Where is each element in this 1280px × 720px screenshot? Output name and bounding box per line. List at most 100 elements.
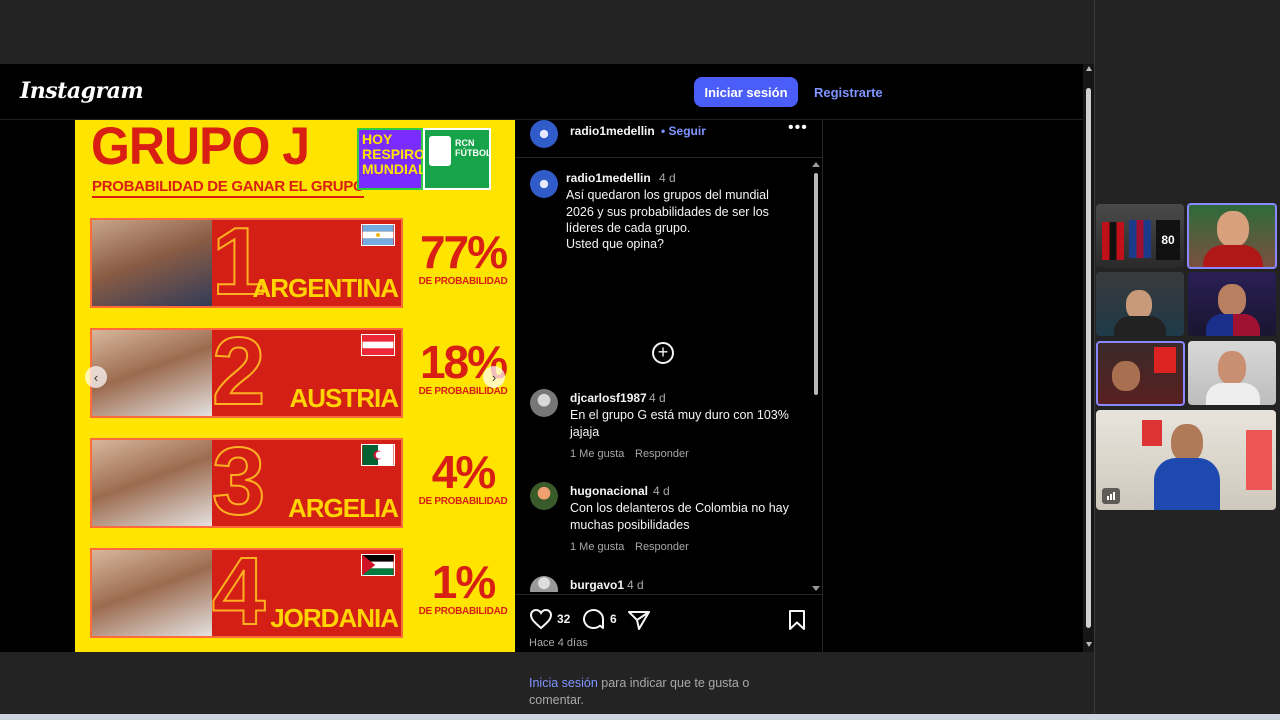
- jersey-image: [1129, 220, 1151, 258]
- world-cup-trophy-icon: [429, 136, 451, 166]
- participant-video-tile-speaking[interactable]: [1096, 341, 1185, 406]
- bookmark-icon[interactable]: [787, 609, 807, 631]
- rcn-channel-label: RCN FÚTBOL: [455, 138, 492, 158]
- participant-video-tile[interactable]: [1188, 272, 1276, 336]
- jersey-image: [1102, 222, 1124, 260]
- load-more-comments-button[interactable]: +: [652, 342, 674, 364]
- reply-button[interactable]: Responder: [635, 541, 689, 553]
- participant-video-tile[interactable]: [1188, 341, 1276, 405]
- flag-austria-icon: [361, 334, 395, 356]
- taskbar-edge: [0, 714, 1280, 720]
- participant-body: [1154, 458, 1220, 510]
- flag-argentina-icon: [361, 224, 395, 246]
- comment-avatar[interactable]: [530, 576, 558, 592]
- player-photo: [92, 550, 212, 636]
- more-options-icon[interactable]: •••: [788, 119, 808, 137]
- flag-algeria-icon: [361, 444, 395, 466]
- player-photo: [92, 330, 212, 416]
- participant-video-tile[interactable]: [1096, 272, 1184, 336]
- comment-username[interactable]: djcarlosf1987: [570, 391, 647, 405]
- browser-viewport: Instagram Iniciar sesión Registrarte GRU…: [0, 64, 1094, 707]
- follow-link[interactable]: • Seguir: [661, 124, 706, 138]
- participant-video-tile-large[interactable]: [1096, 410, 1276, 510]
- comment-text: Con los delanteros de Colombia no hay mu…: [570, 501, 789, 532]
- poster-image: [1154, 347, 1176, 373]
- poster-image: [1246, 430, 1272, 490]
- comment-icon[interactable]: [582, 608, 606, 630]
- comment-age: 4 d: [649, 391, 666, 405]
- post-image-carousel: GRUPO J PROBABILIDAD DE GANAR EL GRUPO H…: [75, 120, 515, 652]
- likes-count[interactable]: 32: [557, 612, 570, 626]
- caption-avatar[interactable]: [530, 170, 558, 198]
- reply-button[interactable]: Responder: [635, 448, 689, 460]
- participant-face: [1218, 284, 1246, 316]
- comments-scroll-down-icon[interactable]: [812, 586, 820, 591]
- comments-scrollbar[interactable]: [814, 173, 818, 395]
- instagram-header: Instagram Iniciar sesión Registrarte: [0, 64, 1083, 120]
- participant-body: [1203, 245, 1263, 267]
- comment-username[interactable]: burgavo1: [570, 578, 624, 592]
- team-name: AUSTRIA: [289, 383, 399, 413]
- team-name: JORDANIA: [270, 603, 399, 633]
- participant-video-tile[interactable]: 80: [1096, 204, 1184, 268]
- team-card: 3 ARGELIA: [90, 438, 403, 528]
- participant-body: [1206, 314, 1260, 336]
- team-rank: 4: [211, 548, 266, 638]
- instagram-logo[interactable]: Instagram: [20, 78, 144, 104]
- post-side-panel: radio1medellin • Seguir ••• radio1medell…: [515, 119, 823, 707]
- participant-face: [1218, 351, 1246, 385]
- comments-count[interactable]: 6: [610, 612, 617, 626]
- brand-badge: HOY RESPIRO MUNDIAL: [357, 128, 427, 190]
- scroll-up-icon[interactable]: [1086, 66, 1092, 71]
- caption-text: Así quedaron los grupos del mundial 2026…: [566, 188, 769, 235]
- divider: [1094, 0, 1095, 720]
- page-scrollbar-thumb[interactable]: [1086, 88, 1091, 628]
- divider: [515, 157, 823, 158]
- participant-face: [1217, 211, 1249, 247]
- probability-value: 77%: [419, 226, 508, 278]
- comment-avatar[interactable]: [530, 482, 558, 510]
- carousel-next-button[interactable]: ›: [483, 366, 505, 388]
- player-photo: [92, 440, 212, 526]
- team-rank: 3: [211, 438, 266, 528]
- comment-likes[interactable]: 1 Me gusta: [570, 541, 624, 553]
- audio-level-icon: [1102, 488, 1120, 504]
- poster-title: GRUPO J: [91, 120, 310, 176]
- comment-text: En el grupo G está muy duro con 103% jaj…: [570, 408, 789, 439]
- divider: [515, 594, 823, 595]
- player-photo: [92, 220, 212, 306]
- probability-value: 4%: [431, 446, 496, 498]
- caption-question: Usted que opina?: [566, 237, 664, 251]
- register-link[interactable]: Registrarte: [814, 85, 883, 100]
- rcn-logo: RCN FÚTBOL: [423, 128, 492, 190]
- brand-line: RESPIRO: [362, 146, 426, 162]
- caption-username[interactable]: radio1medellin: [566, 171, 651, 185]
- participant-face: [1171, 424, 1203, 462]
- probability-value: 1%: [431, 556, 496, 608]
- comment-likes[interactable]: 1 Me gusta: [570, 448, 624, 460]
- participant-face: [1112, 361, 1140, 391]
- participant-body: [1114, 316, 1166, 336]
- scroll-down-icon[interactable]: [1086, 642, 1092, 647]
- participant-body: [1206, 383, 1260, 405]
- author-avatar[interactable]: [530, 120, 558, 148]
- probability-label: DE PROBABILIDAD: [418, 276, 508, 287]
- comment-age: 4 d: [653, 484, 670, 498]
- post-time: Hace 4 días: [529, 637, 588, 649]
- share-icon[interactable]: [627, 609, 651, 631]
- probability-label: DE PROBABILIDAD: [418, 606, 508, 617]
- team-rank: 2: [211, 328, 266, 418]
- author-username[interactable]: radio1medellin: [570, 124, 655, 138]
- carousel-prev-button[interactable]: ‹: [85, 366, 107, 388]
- jersey-image: 80: [1156, 220, 1180, 260]
- flag-jordan-icon: [361, 554, 395, 576]
- team-card: 4 JORDANIA: [90, 548, 403, 638]
- participant-video-tile-speaking[interactable]: [1187, 203, 1277, 269]
- comments-scroll-up-icon[interactable]: [812, 162, 820, 167]
- comment-username[interactable]: hugonacional: [570, 484, 648, 498]
- login-prompt: Inicia sesión para indicar que te gusta …: [529, 675, 769, 708]
- login-button[interactable]: Iniciar sesión: [694, 77, 798, 107]
- heart-icon[interactable]: [529, 608, 553, 630]
- comment-avatar[interactable]: [530, 389, 558, 417]
- login-prompt-link[interactable]: Inicia sesión: [529, 676, 598, 690]
